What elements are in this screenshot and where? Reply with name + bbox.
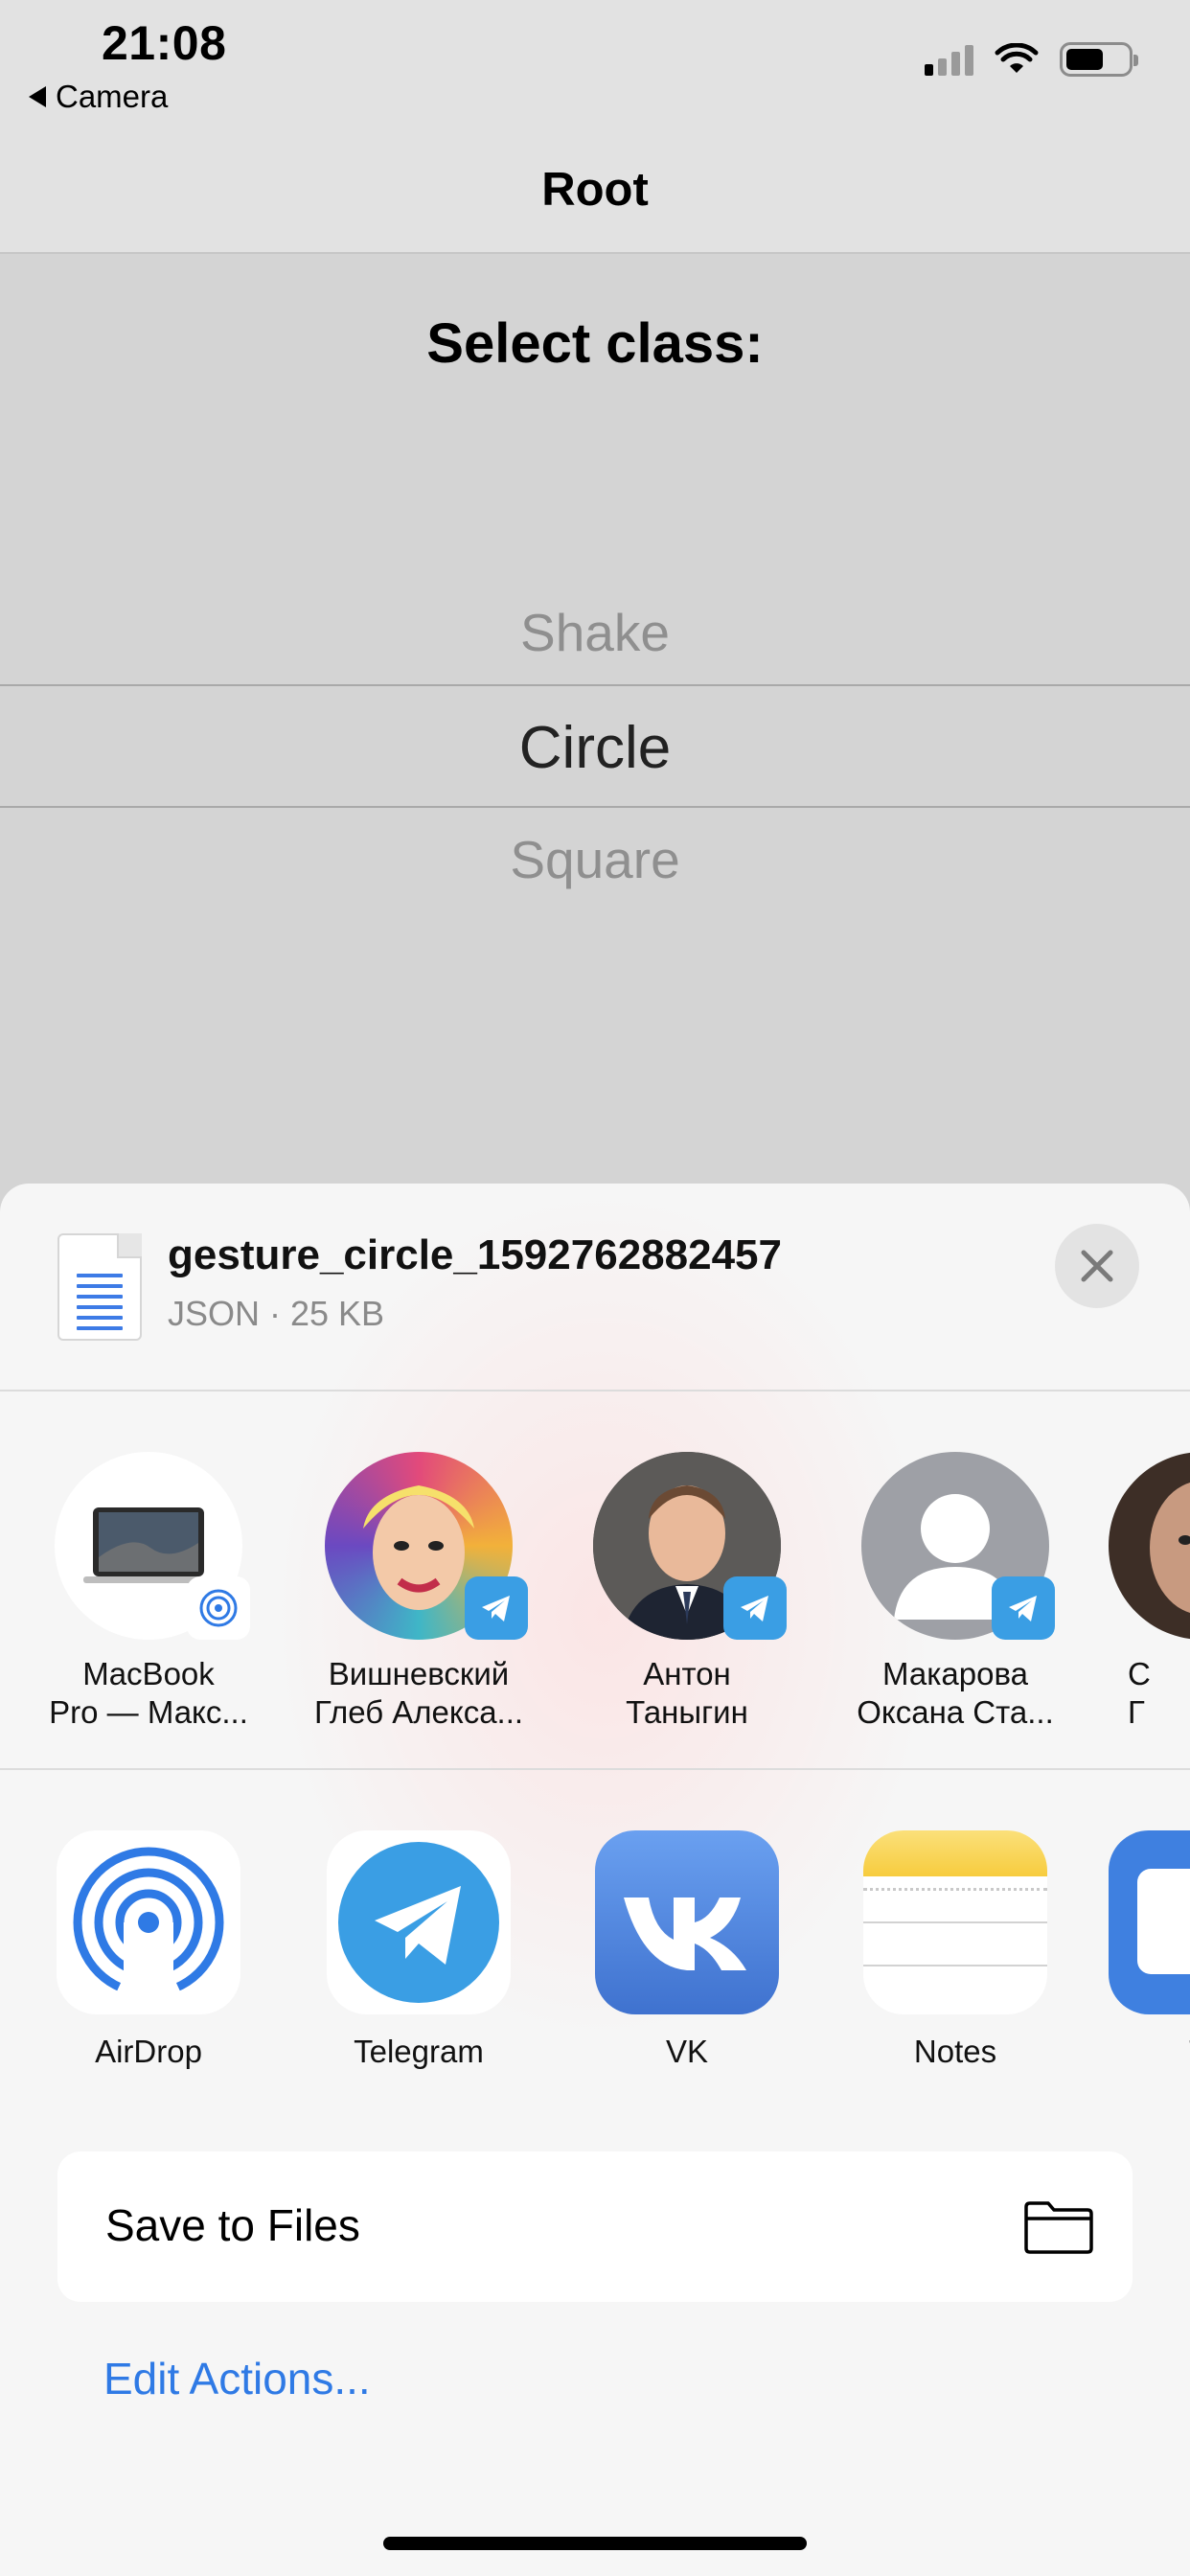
notes-icon: [863, 1830, 1047, 2014]
airdrop-icon: [57, 1830, 240, 2014]
separator: [0, 1768, 1190, 1770]
picker-selection-bottom-line: [0, 806, 1190, 808]
close-icon: [1081, 1250, 1113, 1282]
person-name: Макарова Оксана Ста...: [857, 1656, 1054, 1730]
apps-row: AirDrop Telegram VK Notes: [0, 1830, 1190, 2099]
picker-selection-top-line: [0, 684, 1190, 686]
app-partial[interactable]: T: [1109, 1830, 1190, 2070]
back-to-app-button[interactable]: Camera: [29, 79, 168, 115]
save-to-files-label: Save to Files: [105, 2200, 360, 2250]
app-notes[interactable]: Notes: [840, 1830, 1070, 2070]
person-name: СГ: [1128, 1656, 1151, 1730]
file-header: gesture_circle_1592762882457 JSON · 25 K…: [0, 1184, 1190, 1392]
status-bar: 21:08 Camera: [0, 0, 1190, 125]
document-icon: [57, 1233, 142, 1341]
people-row: MacBook Pro — Макс... Вишневский Глеб Алек…: [0, 1452, 1190, 1759]
save-to-files-button[interactable]: Save to Files: [57, 2151, 1133, 2302]
app-vk[interactable]: VK: [572, 1830, 802, 2070]
app-icon: [1109, 1830, 1190, 2014]
navigation-bar: Root: [0, 125, 1190, 254]
app-label: VK: [665, 2034, 709, 2069]
person-name: MacBook Pro — Макс...: [49, 1656, 248, 1730]
battery-icon: [1060, 42, 1138, 77]
edit-actions-link[interactable]: Edit Actions...: [103, 2353, 371, 2404]
app-label: AirDrop: [95, 2034, 202, 2069]
person-name: Антон Таныгин: [626, 1656, 748, 1730]
app-airdrop[interactable]: AirDrop: [34, 1830, 263, 2070]
close-button[interactable]: [1055, 1224, 1139, 1308]
status-time: 21:08: [102, 16, 227, 70]
wifi-icon: [995, 43, 1039, 73]
app-label: Telegram: [354, 2034, 484, 2069]
vk-icon: [595, 1830, 779, 2014]
cellular-signal-icon: [925, 43, 973, 76]
app-label: T: [1109, 2034, 1190, 2070]
person-name: Вишневский Глеб Алекса...: [313, 1656, 524, 1730]
person-contact[interactable]: Вишневский Глеб Алекса...: [304, 1452, 534, 1732]
select-class-label: Select class:: [426, 312, 764, 375]
person-contact-partial[interactable]: СГ: [1109, 1452, 1190, 1732]
separator: [0, 1390, 1190, 1392]
app-label: Notes: [913, 2034, 997, 2069]
person-contact[interactable]: Макарова Оксана Ста...: [840, 1452, 1070, 1732]
person-contact[interactable]: Антон Таныгин: [572, 1452, 802, 1732]
file-name: gesture_circle_1592762882457: [168, 1231, 782, 1278]
nav-title: Root: [541, 164, 649, 216]
app-telegram[interactable]: Telegram: [304, 1830, 534, 2070]
telegram-badge-icon: [992, 1576, 1055, 1640]
person-macbook[interactable]: MacBook Pro — Макс...: [34, 1452, 263, 1732]
home-indicator[interactable]: [383, 2537, 807, 2550]
status-icons: [925, 42, 1138, 77]
picker-option-selected[interactable]: Circle: [0, 714, 1190, 782]
avatar: [1109, 1452, 1190, 1640]
back-app-label: Camera: [56, 79, 169, 114]
telegram-badge-icon: [723, 1576, 787, 1640]
file-meta: JSON · 25 KB: [168, 1294, 385, 1333]
folder-icon: [1024, 2201, 1093, 2254]
telegram-badge-icon: [465, 1576, 528, 1640]
telegram-icon: [327, 1830, 511, 2014]
airdrop-badge-icon: [187, 1576, 250, 1640]
picker-option-previous[interactable]: Shake: [0, 602, 1190, 663]
back-triangle-icon: [29, 86, 46, 107]
picker-option-next[interactable]: Square: [0, 829, 1190, 890]
share-sheet: gesture_circle_1592762882457 JSON · 25 K…: [0, 1184, 1190, 2576]
